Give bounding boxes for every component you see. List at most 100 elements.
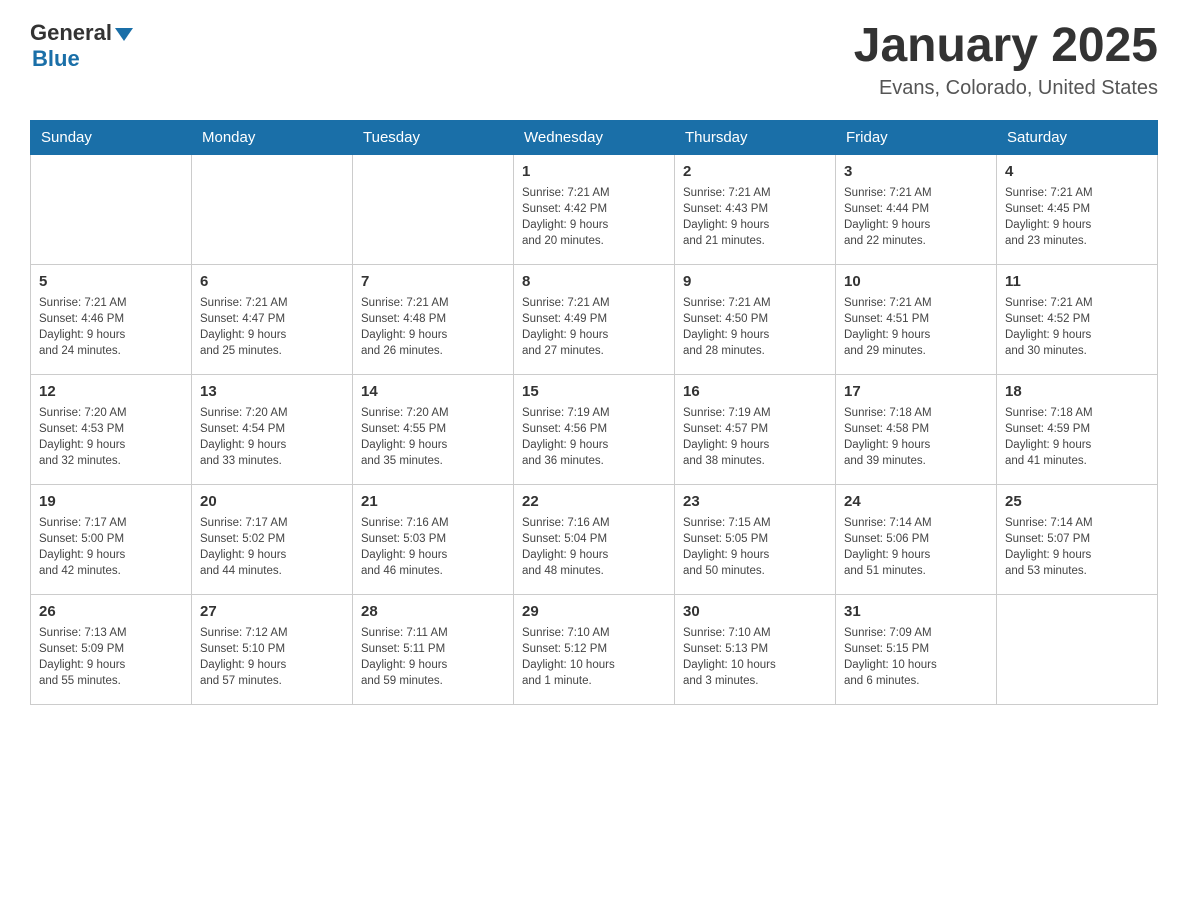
- calendar-day-cell: 2Sunrise: 7:21 AM Sunset: 4:43 PM Daylig…: [675, 154, 836, 264]
- calendar-day-cell: 24 Sunrise: 7:14 AM Sunset: 5:06 PM Dayli…: [836, 484, 997, 594]
- day-info: Sunrise: 7:20 AM Sunset: 4:54 PM Dayligh…: [200, 405, 344, 469]
- day-info: Sunrise: 7:21 AM Sunset: 4:43 PM Dayligh…: [683, 185, 827, 249]
- calendar-day-cell: 9Sunrise: 7:21 AM Sunset: 4:50 PM Daylig…: [675, 264, 836, 374]
- calendar-day-cell: 18 Sunrise: 7:18 AM Sunset: 4:59 PM Dayli…: [997, 374, 1158, 484]
- day-of-week-header: Thursday: [675, 120, 836, 154]
- calendar-day-cell: 1 Sunrise: 7:21 AM Sunset: 4:42 PM Daylig…: [514, 154, 675, 264]
- day-info: Sunrise: 7:21 AM Sunset: 4:44 PM Dayligh…: [844, 185, 988, 249]
- calendar-day-cell: 8 Sunrise: 7:21 AM Sunset: 4:49 PM Daylig…: [514, 264, 675, 374]
- day-number: 4: [1005, 161, 1149, 182]
- day-info: Sunrise: 7:10 AM Sunset: 5:12 PM Dayligh…: [522, 625, 666, 689]
- calendar-week-row: 1 Sunrise: 7:21 AM Sunset: 4:42 PM Daylig…: [31, 154, 1158, 264]
- calendar-day-cell: [353, 154, 514, 264]
- day-info: Sunrise: 7:20 AM Sunset: 4:55 PM Dayligh…: [361, 405, 505, 469]
- day-number: 8: [522, 271, 666, 292]
- logo-general-text: General: [30, 20, 112, 46]
- calendar-day-cell: 15Sunrise: 7:19 AM Sunset: 4:56 PM Dayli…: [514, 374, 675, 484]
- calendar-header-row: SundayMondayTuesdayWednesdayThursdayFrid…: [31, 120, 1158, 154]
- calendar-day-cell: 29 Sunrise: 7:10 AM Sunset: 5:12 PM Dayli…: [514, 594, 675, 704]
- day-info: Sunrise: 7:19 AM Sunset: 4:56 PM Dayligh…: [522, 405, 666, 469]
- day-info: Sunrise: 7:12 AM Sunset: 5:10 PM Dayligh…: [200, 625, 344, 689]
- day-number: 11: [1005, 271, 1149, 292]
- day-number: 6: [200, 271, 344, 292]
- day-info: Sunrise: 7:09 AM Sunset: 5:15 PM Dayligh…: [844, 625, 988, 689]
- calendar-day-cell: 12Sunrise: 7:20 AM Sunset: 4:53 PM Dayli…: [31, 374, 192, 484]
- day-number: 27: [200, 601, 344, 622]
- day-info: Sunrise: 7:21 AM Sunset: 4:49 PM Dayligh…: [522, 295, 666, 359]
- calendar-day-cell: 4 Sunrise: 7:21 AM Sunset: 4:45 PM Daylig…: [997, 154, 1158, 264]
- day-info: Sunrise: 7:16 AM Sunset: 5:04 PM Dayligh…: [522, 515, 666, 579]
- day-info: Sunrise: 7:10 AM Sunset: 5:13 PM Dayligh…: [683, 625, 827, 689]
- day-number: 9: [683, 271, 827, 292]
- day-number: 23: [683, 491, 827, 512]
- calendar-day-cell: 31 Sunrise: 7:09 AM Sunset: 5:15 PM Dayli…: [836, 594, 997, 704]
- day-info: Sunrise: 7:21 AM Sunset: 4:47 PM Dayligh…: [200, 295, 344, 359]
- day-info: Sunrise: 7:19 AM Sunset: 4:57 PM Dayligh…: [683, 405, 827, 469]
- day-info: Sunrise: 7:17 AM Sunset: 5:00 PM Dayligh…: [39, 515, 183, 579]
- calendar-day-cell: 14 Sunrise: 7:20 AM Sunset: 4:55 PM Dayli…: [353, 374, 514, 484]
- day-number: 25: [1005, 491, 1149, 512]
- day-info: Sunrise: 7:11 AM Sunset: 5:11 PM Dayligh…: [361, 625, 505, 689]
- day-number: 19: [39, 491, 183, 512]
- calendar-day-cell: 23 Sunrise: 7:15 AM Sunset: 5:05 PM Dayli…: [675, 484, 836, 594]
- day-info: Sunrise: 7:21 AM Sunset: 4:48 PM Dayligh…: [361, 295, 505, 359]
- calendar-day-cell: 28 Sunrise: 7:11 AM Sunset: 5:11 PM Dayli…: [353, 594, 514, 704]
- calendar-week-row: 5 Sunrise: 7:21 AM Sunset: 4:46 PM Daylig…: [31, 264, 1158, 374]
- day-number: 18: [1005, 381, 1149, 402]
- calendar-day-cell: 5 Sunrise: 7:21 AM Sunset: 4:46 PM Daylig…: [31, 264, 192, 374]
- calendar-day-cell: 25 Sunrise: 7:14 AM Sunset: 5:07 PM Dayli…: [997, 484, 1158, 594]
- logo-blue-text: Blue: [32, 46, 80, 72]
- day-info: Sunrise: 7:21 AM Sunset: 4:42 PM Dayligh…: [522, 185, 666, 249]
- day-of-week-header: Monday: [192, 120, 353, 154]
- calendar-day-cell: 26 Sunrise: 7:13 AM Sunset: 5:09 PM Dayli…: [31, 594, 192, 704]
- calendar-day-cell: [192, 154, 353, 264]
- day-number: 29: [522, 601, 666, 622]
- day-number: 14: [361, 381, 505, 402]
- calendar-week-row: 26 Sunrise: 7:13 AM Sunset: 5:09 PM Dayli…: [31, 594, 1158, 704]
- day-info: Sunrise: 7:21 AM Sunset: 4:46 PM Dayligh…: [39, 295, 183, 359]
- day-of-week-header: Tuesday: [353, 120, 514, 154]
- day-info: Sunrise: 7:21 AM Sunset: 4:45 PM Dayligh…: [1005, 185, 1149, 249]
- calendar-day-cell: 10 Sunrise: 7:21 AM Sunset: 4:51 PM Dayli…: [836, 264, 997, 374]
- calendar-day-cell: 13 Sunrise: 7:20 AM Sunset: 4:54 PM Dayli…: [192, 374, 353, 484]
- calendar-day-cell: 7 Sunrise: 7:21 AM Sunset: 4:48 PM Daylig…: [353, 264, 514, 374]
- day-number: 13: [200, 381, 344, 402]
- day-number: 10: [844, 271, 988, 292]
- calendar-day-cell: 27 Sunrise: 7:12 AM Sunset: 5:10 PM Dayli…: [192, 594, 353, 704]
- day-info: Sunrise: 7:14 AM Sunset: 5:06 PM Dayligh…: [844, 515, 988, 579]
- calendar-day-cell: 11 Sunrise: 7:21 AM Sunset: 4:52 PM Dayli…: [997, 264, 1158, 374]
- day-number: 20: [200, 491, 344, 512]
- calendar-day-cell: 19 Sunrise: 7:17 AM Sunset: 5:00 PM Dayli…: [31, 484, 192, 594]
- day-number: 22: [522, 491, 666, 512]
- day-number: 26: [39, 601, 183, 622]
- calendar-day-cell: 17 Sunrise: 7:18 AM Sunset: 4:58 PM Dayli…: [836, 374, 997, 484]
- logo: General Blue: [30, 20, 133, 72]
- day-number: 17: [844, 381, 988, 402]
- day-info: Sunrise: 7:21 AM Sunset: 4:51 PM Dayligh…: [844, 295, 988, 359]
- day-info: Sunrise: 7:18 AM Sunset: 4:58 PM Dayligh…: [844, 405, 988, 469]
- day-number: 7: [361, 271, 505, 292]
- day-number: 16: [683, 381, 827, 402]
- day-of-week-header: Saturday: [997, 120, 1158, 154]
- calendar-day-cell: [31, 154, 192, 264]
- day-info: Sunrise: 7:13 AM Sunset: 5:09 PM Dayligh…: [39, 625, 183, 689]
- calendar-table: SundayMondayTuesdayWednesdayThursdayFrid…: [30, 120, 1158, 705]
- calendar-day-cell: 21Sunrise: 7:16 AM Sunset: 5:03 PM Dayli…: [353, 484, 514, 594]
- calendar-day-cell: 20Sunrise: 7:17 AM Sunset: 5:02 PM Dayli…: [192, 484, 353, 594]
- page-header: General Blue January 2025 Evans, Colorad…: [30, 20, 1158, 100]
- day-info: Sunrise: 7:20 AM Sunset: 4:53 PM Dayligh…: [39, 405, 183, 469]
- day-number: 5: [39, 271, 183, 292]
- day-number: 28: [361, 601, 505, 622]
- day-info: Sunrise: 7:15 AM Sunset: 5:05 PM Dayligh…: [683, 515, 827, 579]
- day-info: Sunrise: 7:21 AM Sunset: 4:52 PM Dayligh…: [1005, 295, 1149, 359]
- day-info: Sunrise: 7:14 AM Sunset: 5:07 PM Dayligh…: [1005, 515, 1149, 579]
- calendar-day-cell: 30Sunrise: 7:10 AM Sunset: 5:13 PM Dayli…: [675, 594, 836, 704]
- day-number: 31: [844, 601, 988, 622]
- day-number: 1: [522, 161, 666, 182]
- day-number: 3: [844, 161, 988, 182]
- day-of-week-header: Wednesday: [514, 120, 675, 154]
- day-number: 24: [844, 491, 988, 512]
- day-info: Sunrise: 7:18 AM Sunset: 4:59 PM Dayligh…: [1005, 405, 1149, 469]
- calendar-day-cell: 3 Sunrise: 7:21 AM Sunset: 4:44 PM Daylig…: [836, 154, 997, 264]
- logo-triangle-icon: [115, 28, 133, 41]
